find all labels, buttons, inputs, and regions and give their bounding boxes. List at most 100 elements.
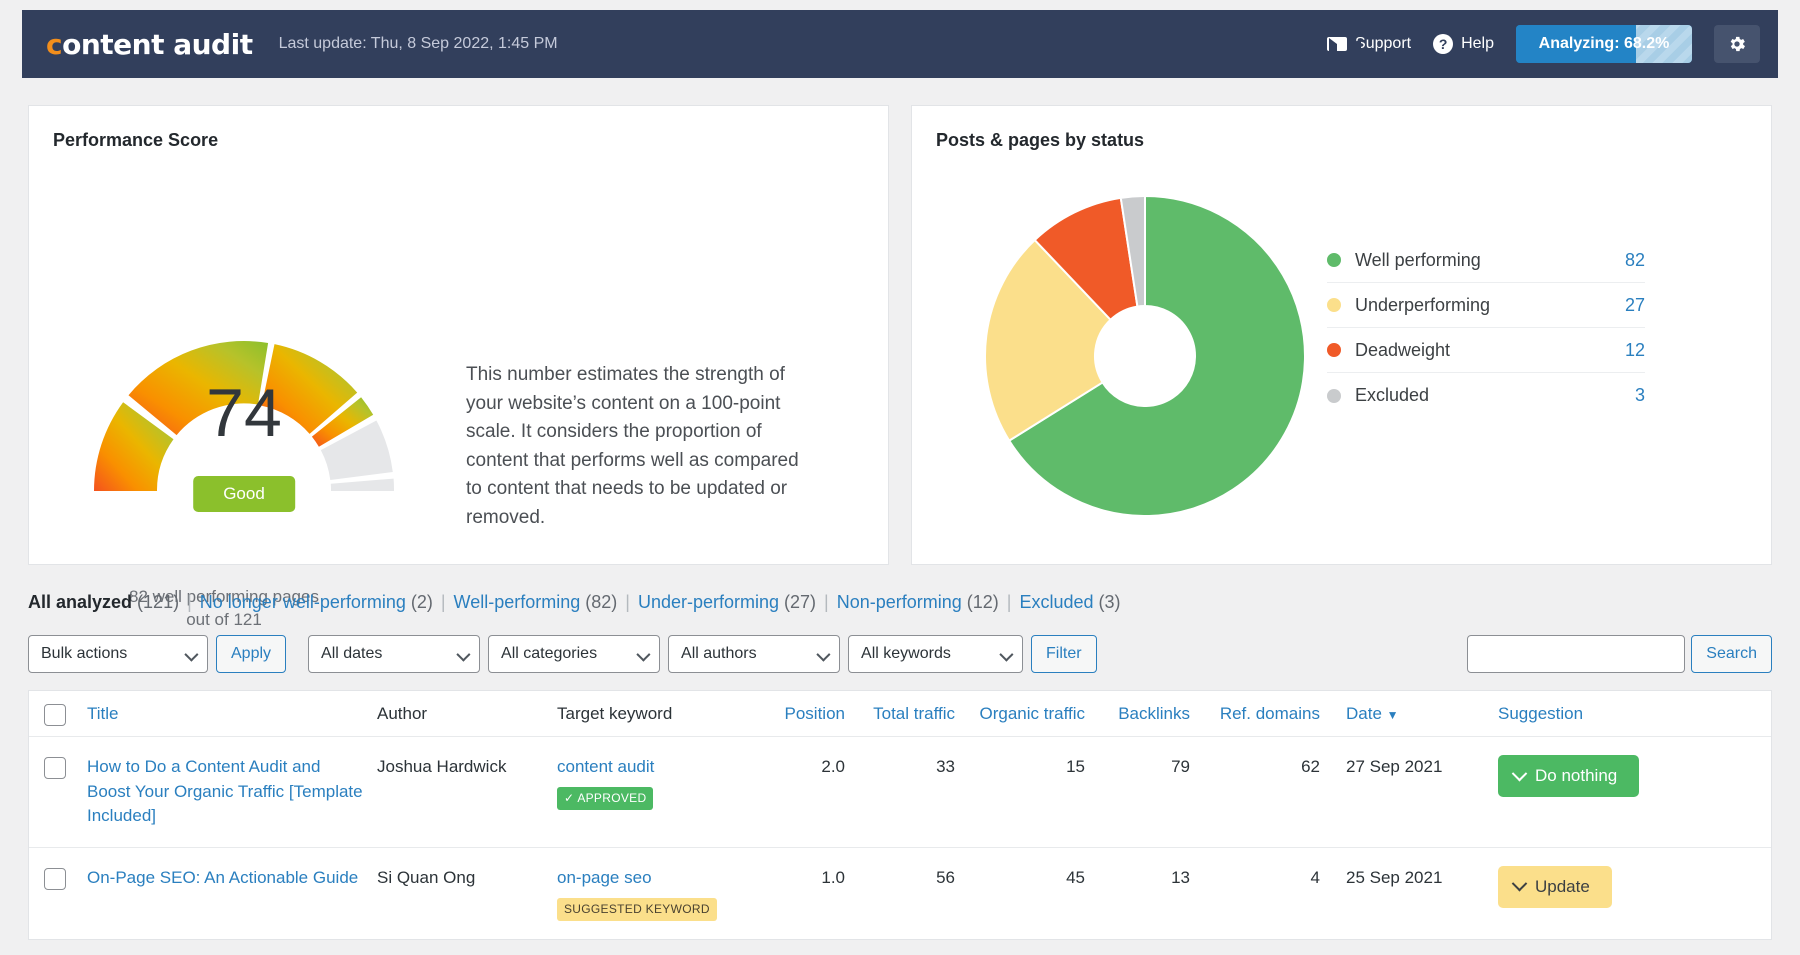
column-header-date-label: Date [1346,704,1382,723]
logo-rest: ontent audit [62,28,252,61]
cell-organic-traffic: 15 [961,755,1091,780]
row-select-cell [29,866,81,890]
column-header-suggestion[interactable]: Suggestion [1476,704,1771,724]
all-authors-value: All authors [681,645,757,663]
legend-color-dot [1327,343,1341,357]
apply-button[interactable]: Apply [216,635,286,673]
status-filter-count: (121) [132,592,179,612]
column-header-title[interactable]: Title [81,704,371,724]
keyword-link[interactable]: content audit [557,757,654,776]
column-header-total-traffic[interactable]: Total traffic [851,704,961,724]
status-filter-excluded[interactable]: Excluded [1019,592,1093,612]
all-dates-select[interactable]: All dates [308,635,480,673]
summary-cards: Performance Score [28,105,1772,565]
column-header-ref-domains[interactable]: Ref. domains [1196,704,1326,724]
performance-gauge: 74 Good [79,276,409,536]
search-button[interactable]: Search [1691,635,1772,673]
legend-label: Deadweight [1355,340,1450,361]
status-filter-all-analyzed: All analyzed [28,592,132,612]
table-body: How to Do a Content Audit and Boost Your… [29,737,1771,939]
table-toolbar: Bulk actions Apply All dates All categor… [28,635,1097,673]
help-link[interactable]: ? Help [1433,34,1494,54]
cell-date: 27 Sep 2021 [1326,755,1476,780]
sort-desc-icon: ▼ [1387,708,1399,722]
performance-score-title: Performance Score [29,106,888,151]
chevron-down-icon [1512,876,1528,892]
cell-ref-domains: 4 [1196,866,1326,891]
legend-row[interactable]: Deadweight12 [1327,328,1645,373]
chevron-down-icon [1512,765,1528,781]
app-header: content audit Last update: Thu, 8 Sep 20… [22,10,1778,78]
column-header-target-keyword: Target keyword [551,704,761,724]
table-row: On-Page SEO: An Actionable Guide Si Quan … [29,848,1771,939]
column-header-author: Author [371,704,551,724]
legend-row[interactable]: Excluded 3 [1327,373,1645,418]
logo-accent-letter: c [46,28,62,61]
column-header-position[interactable]: Position [761,704,851,724]
keyword-status-tag: ✓ APPROVED [557,787,653,810]
row-checkbox[interactable] [44,757,66,779]
header-actions: Support ? Help Analyzing: 68.2% [1327,25,1760,63]
legend-label: Underperforming [1355,295,1490,316]
settings-button[interactable] [1714,25,1760,63]
row-checkbox[interactable] [44,868,66,890]
status-filter-under-performing[interactable]: Under-performing [638,592,779,612]
legend-color-dot [1327,298,1341,312]
status-filter-count: (82) [580,592,617,612]
filter-button[interactable]: Filter [1031,635,1097,673]
column-header-backlinks[interactable]: Backlinks [1091,704,1196,724]
legend-row[interactable]: Underperforming27 [1327,283,1645,328]
legend-label: Excluded [1355,385,1429,406]
cell-target-keyword: content audit ✓ APPROVED [551,755,761,810]
donut-chart [980,191,1310,521]
all-categories-value: All categories [501,645,597,663]
legend-color-dot [1327,253,1341,267]
bulk-actions-value: Bulk actions [41,645,127,663]
performance-description: This number estimates the strength of yo… [466,361,806,532]
column-header-organic-traffic[interactable]: Organic traffic [961,704,1091,724]
status-filter-separator: | [824,592,829,612]
suggestion-button[interactable]: Do nothing [1498,755,1639,797]
search-area: Search [1467,635,1772,673]
cell-organic-traffic: 45 [961,866,1091,891]
support-link[interactable]: Support [1327,35,1411,53]
posts-by-status-donut [980,191,1310,521]
cell-author: Joshua Hardwick [371,755,551,780]
cell-ref-domains: 62 [1196,755,1326,780]
keyword-status-tag: SUGGESTED KEYWORD [557,898,717,921]
cell-author: Si Quan Ong [371,866,551,891]
cell-backlinks: 79 [1091,755,1196,780]
select-all-checkbox[interactable] [44,704,66,726]
column-header-date[interactable]: Date ▼ [1326,704,1476,724]
posts-by-status-card: Posts & pages by status Well performing8… [911,105,1772,565]
status-filter-count: (2) [406,592,433,612]
row-select-cell [29,755,81,779]
title-link[interactable]: On-Page SEO: An Actionable Guide [87,868,358,887]
all-categories-select[interactable]: All categories [488,635,660,673]
legend-value: 3 [1635,385,1645,406]
cell-total-traffic: 33 [851,755,961,780]
legend-row[interactable]: Well performing82 [1327,238,1645,283]
apply-label: Apply [231,645,271,663]
legend-color-dot [1327,389,1341,403]
search-input[interactable] [1467,635,1685,673]
suggestion-label: Do nothing [1535,764,1617,789]
filter-label: Filter [1046,645,1082,663]
performance-score-card: Performance Score [28,105,889,565]
suggestion-button[interactable]: Update [1498,866,1612,908]
status-filter-well-performing[interactable]: Well-performing [454,592,581,612]
support-label: Support [1355,35,1411,53]
status-filter-links: All analyzed (121) | No longer well-perfor… [28,592,1121,613]
status-filter-no-longer-well-performing[interactable]: No longer well-performing [200,592,406,612]
all-keywords-select[interactable]: All keywords [848,635,1023,673]
posts-by-status-title: Posts & pages by status [912,106,1771,151]
keyword-link[interactable]: on-page seo [557,868,652,887]
title-link[interactable]: How to Do a Content Audit and Boost Your… [87,757,363,825]
all-authors-select[interactable]: All authors [668,635,840,673]
progress-label: Analyzing: 68.2% [1539,35,1670,53]
status-filter-non-performing[interactable]: Non-performing [837,592,962,612]
cell-position: 2.0 [761,755,851,780]
bulk-actions-select[interactable]: Bulk actions [28,635,208,673]
analyzing-progress-bar: Analyzing: 68.2% [1516,25,1692,63]
gear-icon [1727,34,1747,54]
